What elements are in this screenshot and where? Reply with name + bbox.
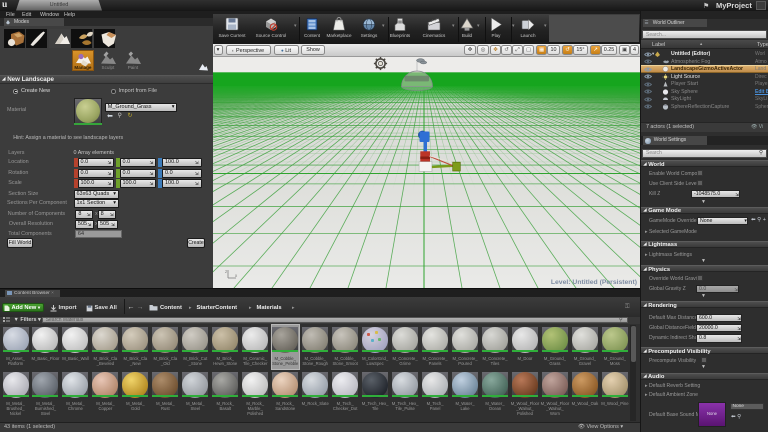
svg-text:z: z bbox=[225, 269, 227, 274]
svg-text:Level: Untitled (Persistent): Level: Untitled (Persistent) bbox=[551, 279, 637, 286]
